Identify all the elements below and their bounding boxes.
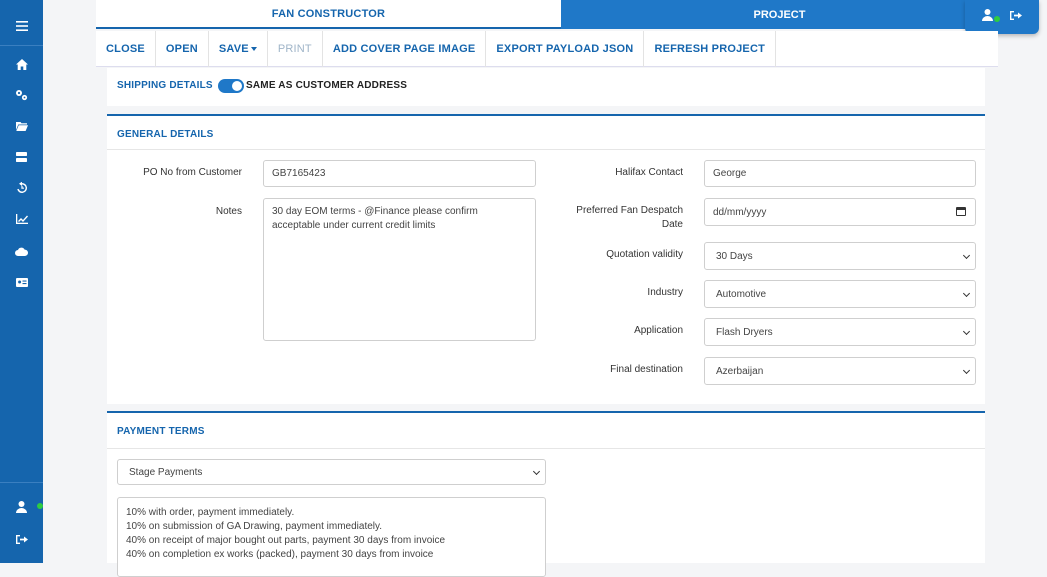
sidebar (0, 0, 43, 563)
toolbar: CLOSE OPEN SAVE PRINT ADD COVER PAGE IMA… (96, 31, 998, 67)
payment-terms-textarea[interactable]: 10% with order, payment immediately. 10%… (117, 497, 546, 577)
same-as-customer-label: SAME AS CUSTOMER ADDRESS (246, 80, 408, 91)
halifax-contact-input[interactable]: George (704, 160, 976, 187)
settings-icon[interactable] (0, 84, 43, 106)
payment-terms-title: PAYMENT TERMS (117, 426, 205, 437)
halifax-contact-label: Halifax Contact (615, 167, 683, 178)
section-divider (107, 149, 985, 150)
logout-icon[interactable] (0, 528, 43, 550)
payment-line: 10% with order, payment immediately. (126, 507, 295, 518)
user-icon[interactable] (982, 8, 993, 26)
final-destination-label: Final destination (610, 364, 683, 375)
calendar-icon[interactable] (956, 207, 966, 216)
application-select[interactable]: Flash Dryers (704, 318, 976, 346)
online-status-dot (994, 16, 1000, 22)
folder-icon[interactable] (0, 115, 43, 137)
tab-project[interactable]: PROJECT (561, 0, 998, 29)
payment-type-value: Stage Payments (129, 466, 203, 478)
same-as-customer-toggle[interactable] (218, 79, 244, 93)
export-payload-json-button[interactable]: EXPORT PAYLOAD JSON (486, 31, 645, 67)
section-divider (107, 448, 985, 449)
history-icon[interactable] (0, 177, 43, 199)
logout-icon[interactable] (1010, 8, 1022, 26)
final-destination-select[interactable]: Azerbaijan (704, 357, 976, 385)
po-number-input[interactable]: GB7165423 (263, 160, 536, 187)
payment-type-select[interactable]: Stage Payments (117, 459, 546, 485)
open-button[interactable]: OPEN (156, 31, 209, 67)
payment-line: 10% on submission of GA Drawing, payment… (126, 521, 383, 532)
chevron-down-icon (962, 366, 971, 375)
print-button[interactable]: PRINT (268, 31, 323, 67)
application-label: Application (634, 325, 683, 336)
despatch-date-label-line2: Date (661, 219, 683, 230)
tab-fan-constructor[interactable]: FAN CONSTRUCTOR (96, 0, 561, 29)
payment-line: 40% on receipt of major bought out parts… (126, 535, 446, 546)
general-details-panel: GENERAL DETAILS PO No from Customer GB71… (107, 114, 985, 404)
cloud-icon[interactable] (0, 240, 43, 262)
despatch-date-label-line1: Preferred Fan Despatch (576, 205, 683, 216)
close-button[interactable]: CLOSE (96, 31, 156, 67)
industry-value: Automotive (716, 288, 767, 300)
notes-value: 30 day EOM terms - @Finance please confi… (272, 206, 478, 231)
despatch-date-label: Preferred Fan Despatch Date (547, 204, 683, 232)
chevron-down-icon (962, 289, 971, 298)
notes-textarea[interactable]: 30 day EOM terms - @Finance please confi… (263, 198, 536, 341)
quotation-validity-value: 30 Days (716, 250, 753, 262)
home-icon[interactable] (0, 53, 43, 75)
industry-select[interactable]: Automotive (704, 280, 976, 308)
save-dropdown-button[interactable]: SAVE (209, 31, 268, 67)
application-value: Flash Dryers (716, 326, 773, 338)
final-destination-value: Azerbaijan (716, 365, 764, 377)
shipping-details-panel: SHIPPING DETAILS SAME AS CUSTOMER ADDRES… (107, 68, 985, 106)
payment-terms-text: 10% with order, payment immediately. 10%… (126, 506, 445, 562)
notes-label: Notes (215, 206, 242, 217)
chevron-down-icon (532, 467, 541, 476)
online-status-dot (37, 503, 43, 509)
halifax-contact-value: George (713, 168, 747, 179)
quotation-validity-label: Quotation validity (606, 249, 683, 260)
menu-icon[interactable] (0, 15, 43, 37)
chart-icon[interactable] (0, 208, 43, 230)
sidebar-divider (0, 45, 43, 46)
shipping-details-title: SHIPPING DETAILS (117, 80, 213, 91)
sidebar-divider-bottom (0, 482, 43, 483)
chevron-down-icon (962, 327, 971, 336)
refresh-project-button[interactable]: REFRESH PROJECT (644, 31, 777, 67)
despatch-date-input[interactable]: dd/mm/yyyy (704, 198, 976, 226)
chevron-down-icon (962, 251, 971, 260)
save-label: SAVE (218, 43, 249, 55)
add-cover-page-image-button[interactable]: ADD COVER PAGE IMAGE (323, 31, 487, 67)
payment-line: 40% on completion ex works (packed), pay… (126, 549, 434, 560)
id-card-icon[interactable] (0, 271, 43, 293)
caret-down-icon (250, 47, 257, 51)
industry-label: Industry (647, 287, 683, 298)
payment-terms-panel: PAYMENT TERMS Stage Payments 10% with or… (107, 411, 985, 577)
despatch-date-value: dd/mm/yyyy (713, 206, 767, 218)
server-icon[interactable] (0, 146, 43, 168)
po-label: PO No from Customer (143, 167, 242, 178)
quotation-validity-select[interactable]: 30 Days (704, 242, 976, 270)
user-menu[interactable] (965, 0, 1039, 34)
po-number-value: GB7165423 (272, 168, 326, 179)
general-details-title: GENERAL DETAILS (117, 129, 214, 140)
